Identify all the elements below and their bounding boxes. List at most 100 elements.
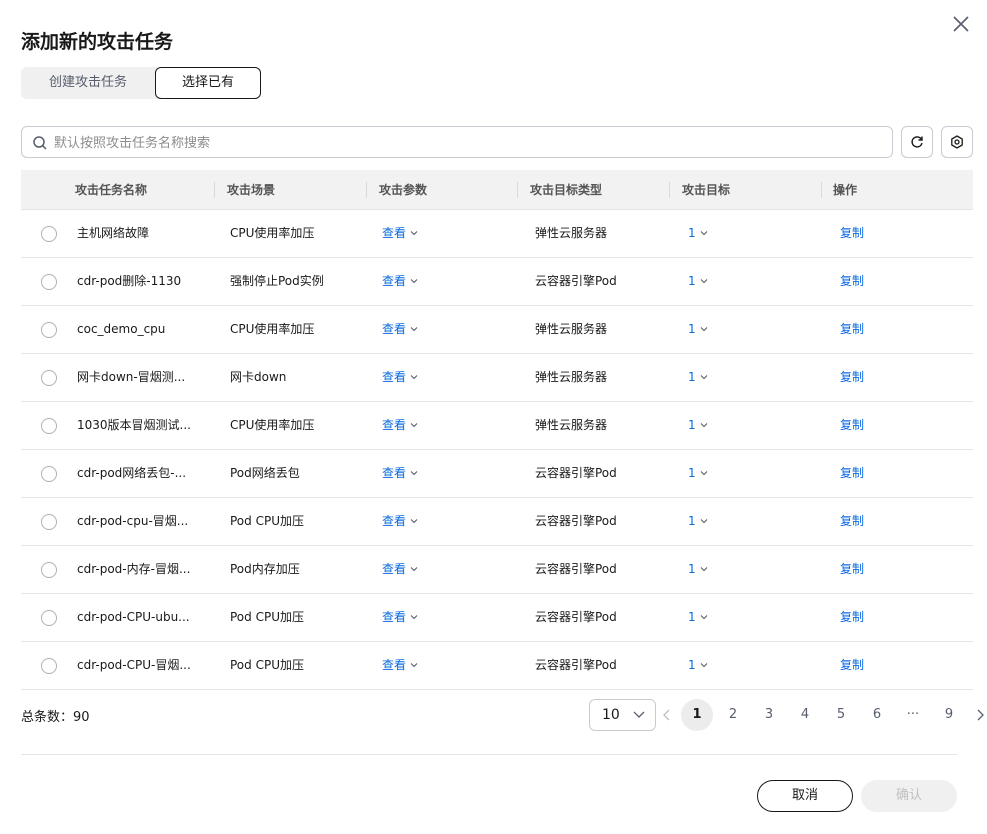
page-4[interactable]: 4 <box>789 699 821 731</box>
copy-link[interactable]: 复制 <box>840 594 864 642</box>
row-radio[interactable] <box>41 466 57 482</box>
view-params-link[interactable]: 查看 <box>382 210 418 258</box>
chevron-down-icon <box>406 274 418 288</box>
target-count-link[interactable]: 1 <box>688 354 708 402</box>
chevron-down-icon <box>406 514 418 528</box>
table-body: 主机网络故障 CPU使用率加压 查看 弹性云服务器 1 复制 cdr-pod删除-1130 强… <box>21 210 973 690</box>
view-params-label: 查看 <box>382 274 407 288</box>
attack-scene: Pod CPU加压 <box>230 610 304 624</box>
target-count: 1 <box>688 274 696 288</box>
page-5[interactable]: 5 <box>825 699 857 731</box>
row-radio[interactable] <box>41 610 57 626</box>
chevron-down-icon <box>696 658 708 672</box>
copy-link[interactable]: 复制 <box>840 546 864 594</box>
view-params-link[interactable]: 查看 <box>382 402 418 450</box>
table-row: 1030版本冒烟测试... CPU使用率加压 查看 弹性云服务器 1 复制 <box>21 402 973 450</box>
target-type: 云容器引擎Pod <box>535 658 617 672</box>
page-3[interactable]: 3 <box>753 699 785 731</box>
task-name: 网卡down-冒烟测... <box>77 370 186 384</box>
view-params-link[interactable]: 查看 <box>382 354 418 402</box>
segment-create-task[interactable]: 创建攻击任务 <box>21 67 155 99</box>
target-count-link[interactable]: 1 <box>688 498 708 546</box>
close-icon[interactable] <box>950 13 972 35</box>
row-radio[interactable] <box>41 226 57 242</box>
chevron-down-icon <box>633 711 645 718</box>
search-input[interactable] <box>54 133 874 153</box>
target-count: 1 <box>688 226 696 240</box>
view-params-link[interactable]: 查看 <box>382 306 418 354</box>
chevron-down-icon <box>696 322 708 336</box>
target-count-link[interactable]: 1 <box>688 450 708 498</box>
attack-scene: Pod网络丢包 <box>230 466 300 480</box>
copy-link[interactable]: 复制 <box>840 306 864 354</box>
view-params-label: 查看 <box>382 514 407 528</box>
confirm-button[interactable]: 确认 <box>861 780 957 812</box>
copy-link[interactable]: 复制 <box>840 402 864 450</box>
table-row: 网卡down-冒烟测... 网卡down 查看 弹性云服务器 1 复制 <box>21 354 973 402</box>
column-header-scene: 攻击场景 <box>227 183 276 197</box>
table-row: cdr-pod-cpu-冒烟... Pod CPU加压 查看 云容器引擎Pod 1 复制 <box>21 498 973 546</box>
chevron-down-icon <box>406 370 418 384</box>
target-count-link[interactable]: 1 <box>688 642 708 690</box>
view-params-label: 查看 <box>382 370 407 384</box>
chevron-down-icon <box>696 274 708 288</box>
row-radio[interactable] <box>41 370 57 386</box>
view-params-link[interactable]: 查看 <box>382 642 418 690</box>
row-radio[interactable] <box>41 322 57 338</box>
next-page-button[interactable] <box>974 707 987 723</box>
task-name: cdr-pod-内存-冒烟... <box>77 562 191 576</box>
row-radio[interactable] <box>41 658 57 674</box>
search-box <box>21 126 893 158</box>
row-radio[interactable] <box>41 274 57 290</box>
view-params-link[interactable]: 查看 <box>382 546 418 594</box>
row-radio[interactable] <box>41 562 57 578</box>
page-1[interactable]: 1 <box>681 699 713 731</box>
attack-scene: Pod CPU加压 <box>230 514 304 528</box>
column-header-target-type: 攻击目标类型 <box>530 183 603 197</box>
copy-link[interactable]: 复制 <box>840 642 864 690</box>
row-radio[interactable] <box>41 514 57 530</box>
target-count-link[interactable]: 1 <box>688 258 708 306</box>
segment-select-existing[interactable]: 选择已有 <box>155 67 261 99</box>
settings-button[interactable] <box>941 126 973 158</box>
target-count-link[interactable]: 1 <box>688 402 708 450</box>
row-radio[interactable] <box>41 418 57 434</box>
target-count-link[interactable]: 1 <box>688 546 708 594</box>
copy-link[interactable]: 复制 <box>840 210 864 258</box>
copy-link[interactable]: 复制 <box>840 354 864 402</box>
chevron-down-icon <box>406 562 418 576</box>
view-params-link[interactable]: 查看 <box>382 450 418 498</box>
refresh-button[interactable] <box>901 126 933 158</box>
table-row: coc_demo_cpu CPU使用率加压 查看 弹性云服务器 1 复制 <box>21 306 973 354</box>
view-params-link[interactable]: 查看 <box>382 258 418 306</box>
attack-scene: 强制停止Pod实例 <box>230 274 324 288</box>
page-2[interactable]: 2 <box>717 699 749 731</box>
target-count: 1 <box>688 514 696 528</box>
chevron-right-icon <box>977 709 984 721</box>
page-9[interactable]: 9 <box>933 699 965 731</box>
view-params-link[interactable]: 查看 <box>382 594 418 642</box>
page-6[interactable]: 6 <box>861 699 893 731</box>
attack-scene: 网卡down <box>230 370 287 384</box>
target-count-link[interactable]: 1 <box>688 306 708 354</box>
task-name: cdr-pod删除-1130 <box>77 274 182 288</box>
target-type: 云容器引擎Pod <box>535 610 617 624</box>
page-size-select[interactable]: 10 <box>589 699 656 731</box>
table-row: cdr-pod-CPU-ubu... Pod CPU加压 查看 云容器引擎Pod 1 复制 <box>21 594 973 642</box>
copy-link[interactable]: 复制 <box>840 450 864 498</box>
table-header: 攻击任务名称 攻击场景 攻击参数 攻击目标类型 攻击目标 操作 <box>21 170 973 210</box>
copy-link[interactable]: 复制 <box>840 498 864 546</box>
copy-link[interactable]: 复制 <box>840 258 864 306</box>
prev-page-button[interactable] <box>660 707 674 723</box>
view-params-link[interactable]: 查看 <box>382 498 418 546</box>
target-count: 1 <box>688 322 696 336</box>
page-ellipsis[interactable]: ··· <box>897 699 929 731</box>
task-name: cdr-pod网络丢包-... <box>77 466 187 480</box>
target-count: 1 <box>688 418 696 432</box>
target-count-link[interactable]: 1 <box>688 210 708 258</box>
target-type: 云容器引擎Pod <box>535 466 617 480</box>
target-count-link[interactable]: 1 <box>688 594 708 642</box>
target-type: 弹性云服务器 <box>535 322 608 336</box>
cancel-button[interactable]: 取消 <box>757 780 853 812</box>
target-count: 1 <box>688 610 696 624</box>
